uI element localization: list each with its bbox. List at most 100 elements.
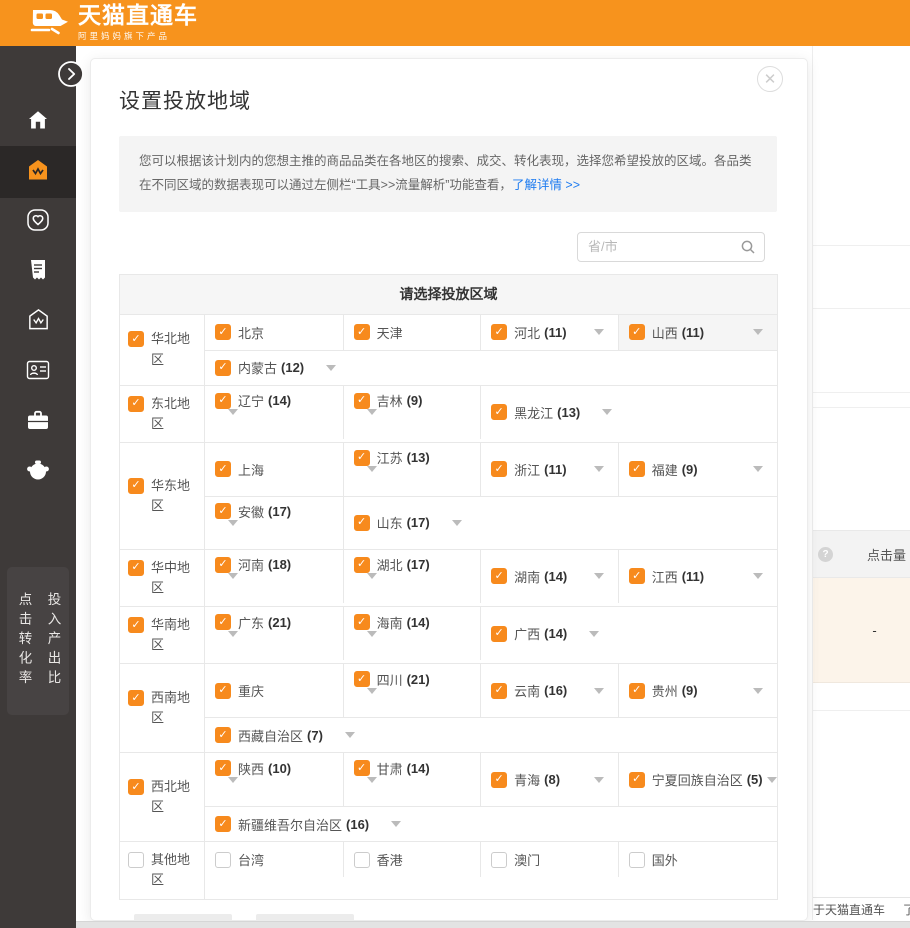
province-cell[interactable]: 澳门: [480, 842, 618, 877]
province-checkbox[interactable]: ✓: [215, 760, 231, 776]
province-checkbox[interactable]: [215, 852, 231, 868]
region-checkbox[interactable]: ✓: [128, 617, 144, 633]
province-checkbox[interactable]: ✓: [354, 557, 370, 573]
chevron-down-icon[interactable]: [326, 365, 336, 371]
province-checkbox[interactable]: ✓: [354, 450, 370, 466]
province-cell[interactable]: ✓陕西(10): [205, 753, 343, 806]
province-checkbox[interactable]: ✓: [629, 461, 645, 477]
metric-roi[interactable]: 投入产出比: [43, 592, 63, 715]
province-cell[interactable]: ✓福建(9): [618, 443, 777, 496]
province-checkbox[interactable]: ✓: [629, 568, 645, 584]
sidebar-item-business[interactable]: [0, 397, 76, 447]
sidebar-item-campaign[interactable]: [0, 146, 76, 198]
province-cell[interactable]: ✓四川(21): [343, 664, 481, 717]
chevron-down-icon[interactable]: [602, 409, 612, 415]
province-cell[interactable]: 台湾: [205, 842, 343, 877]
region-checkbox[interactable]: ✓: [128, 560, 144, 576]
province-cell[interactable]: ✓宁夏回族自治区(5): [618, 753, 777, 806]
province-cell[interactable]: ✓北京: [205, 315, 343, 350]
sidebar-item-favorites[interactable]: [0, 197, 76, 247]
province-checkbox[interactable]: ✓: [354, 324, 370, 340]
chevron-down-icon[interactable]: [367, 466, 377, 489]
province-checkbox[interactable]: ✓: [629, 324, 645, 340]
cancel-all-button[interactable]: 全部取消: [256, 914, 354, 921]
province-cell[interactable]: ✓西藏自治区(7): [205, 718, 777, 752]
region-checkbox[interactable]: ✓: [128, 331, 144, 347]
chevron-down-icon[interactable]: [228, 409, 238, 432]
chevron-down-icon[interactable]: [753, 573, 763, 579]
chevron-down-icon[interactable]: [367, 409, 377, 432]
province-checkbox[interactable]: ✓: [215, 727, 231, 743]
province-checkbox[interactable]: ✓: [215, 614, 231, 630]
chevron-down-icon[interactable]: [594, 466, 604, 472]
province-cell[interactable]: ✓贵州(9): [618, 664, 777, 717]
province-checkbox[interactable]: ✓: [215, 557, 231, 573]
chevron-down-icon[interactable]: [228, 777, 238, 800]
chevron-down-icon[interactable]: [367, 573, 377, 596]
province-checkbox[interactable]: ✓: [491, 568, 507, 584]
province-cell[interactable]: ✓湖北(17): [343, 550, 481, 603]
sidebar-item-home[interactable]: [0, 97, 76, 147]
province-cell[interactable]: ✓河南(18): [205, 550, 343, 603]
chevron-down-icon[interactable]: [228, 520, 238, 543]
province-checkbox[interactable]: ✓: [354, 760, 370, 776]
region-checkbox[interactable]: ✓: [128, 478, 144, 494]
chevron-down-icon[interactable]: [367, 631, 377, 654]
chevron-down-icon[interactable]: [228, 631, 238, 654]
province-cell[interactable]: ✓辽宁(14): [205, 386, 343, 439]
province-cell[interactable]: ✓湖南(14): [480, 550, 618, 603]
province-checkbox[interactable]: ✓: [215, 324, 231, 340]
province-checkbox[interactable]: ✓: [629, 683, 645, 699]
province-cell[interactable]: ✓浙江(11): [480, 443, 618, 496]
chevron-down-icon[interactable]: [391, 821, 401, 827]
province-checkbox[interactable]: [491, 852, 507, 868]
province-checkbox[interactable]: ✓: [215, 393, 231, 409]
province-checkbox[interactable]: ✓: [215, 816, 231, 832]
chevron-down-icon[interactable]: [367, 688, 377, 711]
chevron-down-icon[interactable]: [753, 688, 763, 694]
province-cell[interactable]: ✓甘肃(14): [343, 753, 481, 806]
learn-more-link[interactable]: 了解详情 >>: [512, 178, 580, 192]
region-checkbox[interactable]: ✓: [128, 396, 144, 412]
province-checkbox[interactable]: ✓: [491, 324, 507, 340]
search-icon[interactable]: [740, 239, 756, 260]
province-checkbox[interactable]: ✓: [491, 404, 507, 420]
province-checkbox[interactable]: ✓: [215, 461, 231, 477]
sidebar-item-contacts[interactable]: [0, 347, 76, 397]
province-cell[interactable]: ✓重庆: [205, 664, 343, 717]
province-cell[interactable]: ✓山西(11): [618, 315, 777, 350]
province-cell[interactable]: ✓江苏(13): [343, 443, 481, 496]
region-checkbox[interactable]: ✓: [128, 779, 144, 795]
province-cell[interactable]: ✓山东(17): [343, 497, 777, 549]
chevron-down-icon[interactable]: [345, 732, 355, 738]
province-checkbox[interactable]: ✓: [354, 515, 370, 531]
region-checkbox[interactable]: ✓: [128, 690, 144, 706]
chevron-down-icon[interactable]: [367, 777, 377, 800]
province-checkbox[interactable]: ✓: [491, 683, 507, 699]
province-cell[interactable]: ✓吉林(9): [343, 386, 481, 439]
chevron-down-icon[interactable]: [594, 688, 604, 694]
province-cell[interactable]: ✓内蒙古(12): [205, 351, 777, 385]
chevron-down-icon[interactable]: [767, 777, 777, 783]
province-checkbox[interactable]: ✓: [215, 503, 231, 519]
close-icon[interactable]: ✕: [757, 66, 783, 92]
province-checkbox[interactable]: ✓: [629, 772, 645, 788]
province-checkbox[interactable]: ✓: [215, 683, 231, 699]
sidebar-item-tools[interactable]: [0, 447, 76, 497]
province-checkbox[interactable]: ✓: [354, 671, 370, 687]
select-all-button[interactable]: 全部选中: [134, 914, 232, 921]
province-cell[interactable]: 香港: [343, 842, 481, 877]
province-cell[interactable]: ✓江西(11): [618, 550, 777, 603]
chevron-down-icon[interactable]: [594, 573, 604, 579]
chevron-down-icon[interactable]: [594, 777, 604, 783]
sidebar-expand-button[interactable]: [57, 60, 85, 88]
chevron-down-icon[interactable]: [753, 466, 763, 472]
province-checkbox[interactable]: ✓: [354, 393, 370, 409]
chevron-down-icon[interactable]: [452, 520, 462, 526]
province-cell[interactable]: ✓海南(14): [343, 607, 481, 660]
province-cell[interactable]: 国外: [618, 842, 777, 877]
province-cell[interactable]: ✓安徽(17): [205, 497, 343, 549]
province-checkbox[interactable]: ✓: [354, 614, 370, 630]
province-cell[interactable]: ✓黑龙江(13): [480, 386, 777, 439]
province-cell[interactable]: ✓广东(21): [205, 607, 343, 660]
